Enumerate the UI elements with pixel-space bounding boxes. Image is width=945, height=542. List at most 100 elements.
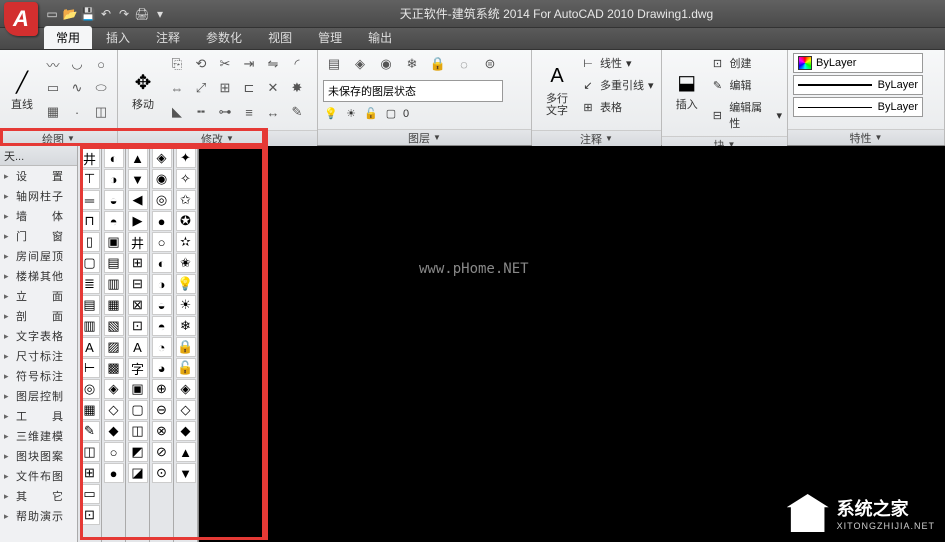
tree-item-3[interactable]: ▸门 窗 — [0, 226, 77, 246]
tc1-lay-icon[interactable]: ▦ — [80, 400, 100, 420]
tree-item-5[interactable]: ▸楼梯其他 — [0, 266, 77, 286]
hatch-icon[interactable]: ▦ — [42, 101, 64, 123]
tc1-elev-icon[interactable]: ▤ — [80, 295, 100, 315]
tc4-4-icon[interactable]: ● — [152, 211, 172, 231]
linetype-combo[interactable]: ByLayer — [793, 97, 923, 117]
tc2-4-icon[interactable]: ◓ — [104, 211, 124, 231]
tc2-15-icon[interactable]: ○ — [104, 442, 124, 462]
tc5-9-icon[interactable]: ❄ — [176, 316, 196, 336]
table-button[interactable]: ⊞表格 — [580, 97, 654, 117]
tc5-5-icon[interactable]: ✫ — [176, 232, 196, 252]
tc5-11-icon[interactable]: 🔓 — [176, 358, 196, 378]
tc5-1-icon[interactable]: ✦ — [176, 148, 196, 168]
erase-icon[interactable]: ✕ — [262, 77, 284, 99]
mtext-button[interactable]: A 多行 文字 — [537, 53, 577, 127]
insert-button[interactable]: ⬓ 插入 — [667, 53, 706, 127]
tc5-4-icon[interactable]: ✪ — [176, 211, 196, 231]
layer-state-combo[interactable]: 未保存的图层状态 — [323, 80, 503, 102]
tc3-3-icon[interactable]: ◀ — [128, 190, 148, 210]
tc2-3-icon[interactable]: ◒ — [104, 190, 124, 210]
tree-item-16[interactable]: ▸其 它 — [0, 486, 77, 506]
tc4-7-icon[interactable]: ◑ — [152, 274, 172, 294]
trim-icon[interactable]: ✂ — [214, 53, 236, 75]
tc3-11-icon[interactable]: 字 — [128, 358, 148, 378]
tc4-16-icon[interactable]: ⊙ — [152, 463, 172, 483]
layer-props-icon[interactable]: ▤ — [323, 53, 345, 75]
tab-view[interactable]: 视图 — [256, 26, 304, 49]
tc3-7-icon[interactable]: ⊟ — [128, 274, 148, 294]
tc4-14-icon[interactable]: ⊗ — [152, 421, 172, 441]
mleader-button[interactable]: ↙多重引线▾ — [580, 75, 654, 95]
tc5-10-icon[interactable]: 🔒 — [176, 337, 196, 357]
tc3-5-icon[interactable]: 井 — [128, 232, 148, 252]
region-icon[interactable]: ◫ — [90, 101, 112, 123]
tc2-13-icon[interactable]: ◇ — [104, 400, 124, 420]
tc2-7-icon[interactable]: ▥ — [104, 274, 124, 294]
panel-modify-label[interactable]: 修改▼ — [118, 130, 317, 146]
qat-print-icon[interactable]: 🖨 — [134, 6, 150, 22]
qat-redo-icon[interactable]: ↷ — [116, 6, 132, 22]
tc3-1-icon[interactable]: ▲ — [128, 148, 148, 168]
tc4-3-icon[interactable]: ◎ — [152, 190, 172, 210]
panel-layer-label[interactable]: 图层▼ — [318, 129, 531, 145]
tc4-5-icon[interactable]: ○ — [152, 232, 172, 252]
tc1-stair-icon[interactable]: ≣ — [80, 274, 100, 294]
tc2-5-icon[interactable]: ▣ — [104, 232, 124, 252]
tab-manage[interactable]: 管理 — [306, 26, 354, 49]
tc4-12-icon[interactable]: ⊕ — [152, 379, 172, 399]
tc1-col-icon[interactable]: ⊤ — [80, 169, 100, 189]
tc3-8-icon[interactable]: ⊠ — [128, 295, 148, 315]
tc1-sect-icon[interactable]: ▥ — [80, 316, 100, 336]
tree-item-11[interactable]: ▸图层控制 — [0, 386, 77, 406]
panel-annotate-label[interactable]: 注释▼ — [532, 130, 661, 146]
tc2-9-icon[interactable]: ▧ — [104, 316, 124, 336]
tree-item-0[interactable]: ▸设 置 — [0, 166, 77, 186]
qat-undo-icon[interactable]: ↶ — [98, 6, 114, 22]
tab-output[interactable]: 输出 — [356, 26, 404, 49]
tc1-sym-icon[interactable]: ◎ — [80, 379, 100, 399]
tree-item-10[interactable]: ▸符号标注 — [0, 366, 77, 386]
tree-item-8[interactable]: ▸文字表格 — [0, 326, 77, 346]
tc1-file-icon[interactable]: ▭ — [80, 484, 100, 504]
app-menu-button[interactable]: A — [4, 2, 38, 36]
tc1-tool-icon[interactable]: ✎ — [80, 421, 100, 441]
tc4-6-icon[interactable]: ◐ — [152, 253, 172, 273]
tc3-16-icon[interactable]: ◪ — [128, 463, 148, 483]
tree-item-14[interactable]: ▸图块图案 — [0, 446, 77, 466]
tc2-8-icon[interactable]: ▦ — [104, 295, 124, 315]
tc2-1-icon[interactable]: ◐ — [104, 148, 124, 168]
tab-parametric[interactable]: 参数化 — [194, 26, 254, 49]
tc2-16-icon[interactable]: ● — [104, 463, 124, 483]
rectangle-icon[interactable]: ▭ — [42, 77, 64, 99]
tc3-13-icon[interactable]: ▢ — [128, 400, 148, 420]
panel-draw-label[interactable]: 绘图▼ — [0, 130, 117, 146]
tree-item-13[interactable]: ▸三维建模 — [0, 426, 77, 446]
tc2-10-icon[interactable]: ▨ — [104, 337, 124, 357]
tc4-8-icon[interactable]: ◒ — [152, 295, 172, 315]
qat-dropdown-icon[interactable]: ▾ — [152, 6, 168, 22]
explode-icon[interactable]: ✸ — [286, 77, 308, 99]
spline-icon[interactable]: ∿ — [66, 77, 88, 99]
tc3-15-icon[interactable]: ◩ — [128, 442, 148, 462]
tc3-9-icon[interactable]: ⊡ — [128, 316, 148, 336]
block-editattr-button[interactable]: ⊟编辑属性▾ — [709, 97, 782, 133]
tc3-10-icon[interactable]: A — [128, 337, 148, 357]
tc1-blk-icon[interactable]: ⊞ — [80, 463, 100, 483]
tc4-2-icon[interactable]: ◉ — [152, 169, 172, 189]
linetype-button[interactable]: ⊢线性▾ — [580, 53, 654, 73]
tc3-12-icon[interactable]: ▣ — [128, 379, 148, 399]
tc1-door-icon[interactable]: ⊓ — [80, 211, 100, 231]
tc2-2-icon[interactable]: ◑ — [104, 169, 124, 189]
array-icon[interactable]: ⊞ — [214, 77, 236, 99]
block-create-button[interactable]: ⊡创建 — [709, 53, 782, 73]
tc4-9-icon[interactable]: ◓ — [152, 316, 172, 336]
tab-home[interactable]: 常用 — [44, 26, 92, 49]
tc4-11-icon[interactable]: ◕ — [152, 358, 172, 378]
ellipse-icon[interactable]: ⬭ — [90, 77, 112, 99]
qat-new-icon[interactable]: ▭ — [44, 6, 60, 22]
layer-iso-icon[interactable]: ◉ — [375, 53, 397, 75]
chamfer-icon[interactable]: ◣ — [166, 101, 188, 123]
tc5-13-icon[interactable]: ◇ — [176, 400, 196, 420]
tc4-10-icon[interactable]: ◔ — [152, 337, 172, 357]
tab-insert[interactable]: 插入 — [94, 26, 142, 49]
